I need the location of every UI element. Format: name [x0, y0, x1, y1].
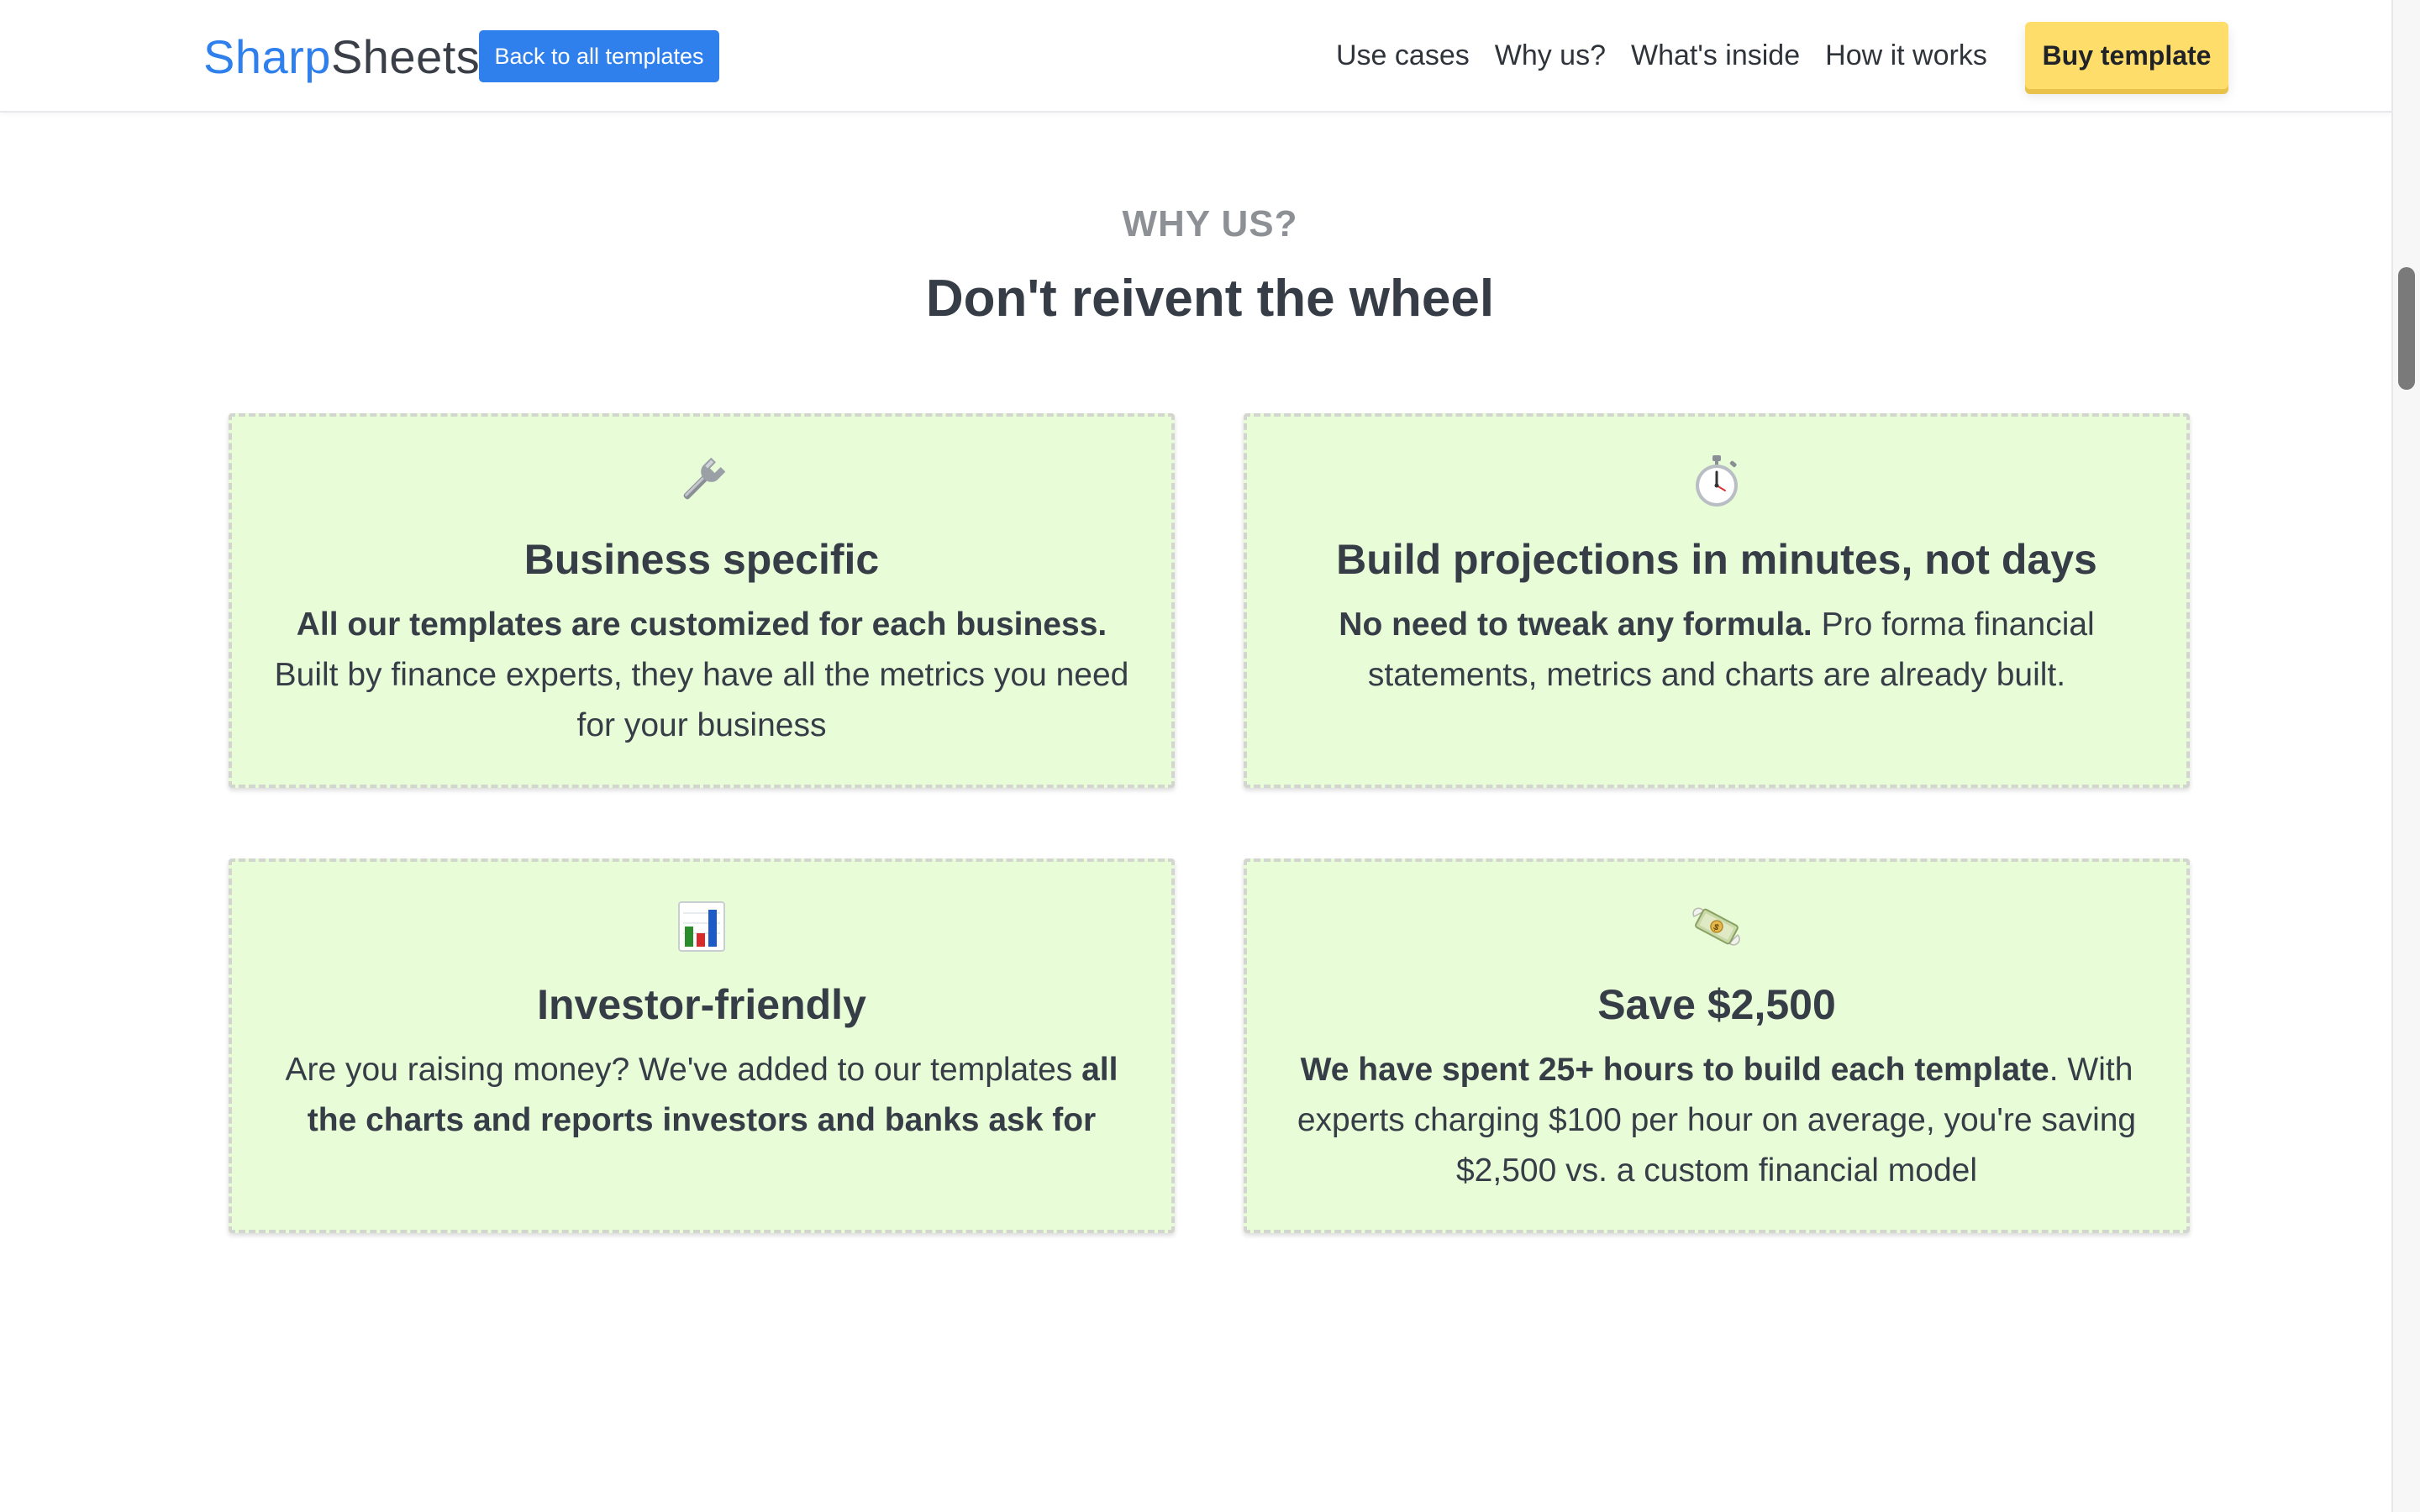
card-title: Save $2,500	[1597, 981, 1836, 1028]
card-bold-text: All our templates are customized for eac…	[296, 606, 1107, 643]
bar-chart-icon	[232, 895, 1171, 958]
vertical-scrollbar[interactable]	[2391, 0, 2420, 1512]
feature-card-save-money: $ Save $2,500 We have spent 25+ hours to…	[1244, 858, 2190, 1233]
nav-how-it-works[interactable]: How it works	[1825, 39, 1987, 72]
logo[interactable]: SharpSheets	[203, 25, 480, 89]
wrench-icon	[232, 450, 1171, 512]
card-bold-text: No need to tweak any formula.	[1339, 606, 1812, 643]
feature-card-investor-friendly: Investor-friendly Are you raising money?…	[229, 858, 1175, 1233]
card-body-text: Built by finance experts, they have all …	[274, 657, 1129, 743]
card-description: No need to tweak any formula. Pro forma …	[1281, 600, 2153, 701]
card-title: Build projections in minutes, not days	[1336, 536, 2097, 583]
section-title: Don't reivent the wheel	[925, 270, 1495, 328]
card-bold-text: We have spent 25+ hours to build each te…	[1300, 1052, 2049, 1088]
navbar: SharpSheets Back to all templates Use ca…	[0, 0, 2393, 113]
nav-use-cases[interactable]: Use cases	[1336, 39, 1470, 72]
back-to-templates-button[interactable]: Back to all templates	[479, 30, 719, 82]
card-description: We have spent 25+ hours to build each te…	[1281, 1045, 2153, 1196]
nav-why-us[interactable]: Why us?	[1495, 39, 1606, 72]
scrollbar-thumb[interactable]	[2398, 267, 2415, 390]
feature-card-business-specific: Business specific All our templates are …	[229, 413, 1175, 788]
nav-links: Use cases Why us? What's inside How it w…	[1336, 25, 1987, 86]
card-description: All our templates are customized for eac…	[266, 600, 1138, 751]
nav-whats-inside[interactable]: What's inside	[1631, 39, 1800, 72]
buy-template-button[interactable]: Buy template	[2025, 22, 2228, 89]
money-with-wings-icon: $	[1247, 895, 2186, 958]
logo-sharp-text: Sharp	[203, 30, 331, 83]
logo-sheets-text: Sheets	[330, 30, 481, 83]
section-eyebrow: WHY US?	[1122, 203, 1298, 244]
feature-card-build-projections: Build projections in minutes, not days N…	[1244, 413, 2190, 788]
page: SharpSheets Back to all templates Use ca…	[0, 0, 2420, 1512]
card-title: Business specific	[523, 536, 880, 583]
card-body-text: Are you raising money? We've added to ou…	[285, 1052, 1082, 1088]
stopwatch-icon	[1247, 450, 2186, 512]
card-title: Investor-friendly	[537, 981, 866, 1028]
card-description: Are you raising money? We've added to ou…	[266, 1045, 1138, 1146]
